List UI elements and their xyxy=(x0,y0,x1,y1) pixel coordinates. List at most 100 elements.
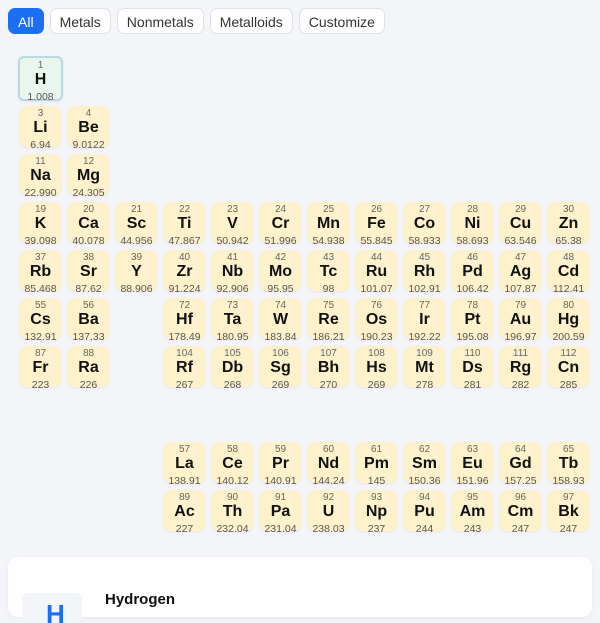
atomic-mass: 63.546 xyxy=(504,235,537,247)
element-tile-ru[interactable]: 44 Ru 101.07 xyxy=(356,250,397,295)
element-symbol: Ru xyxy=(365,263,388,280)
element-tile-re[interactable]: 75 Re 186.21 xyxy=(308,298,349,343)
element-tile-fe[interactable]: 26 Fe 55.845 xyxy=(356,202,397,247)
element-tile-mo[interactable]: 42 Mo 95.95 xyxy=(260,250,301,295)
element-tile-rg[interactable]: 111 Rg 282 xyxy=(500,346,541,391)
element-tile-ti[interactable]: 22 Ti 47.867 xyxy=(164,202,205,247)
atomic-number: 88 xyxy=(82,348,95,359)
element-tile-sm[interactable]: 62 Sm 150.36 xyxy=(404,442,445,487)
element-tile-rb[interactable]: 37 Rb 85.468 xyxy=(20,250,61,295)
atomic-number: 106 xyxy=(272,348,289,359)
element-tile-cu[interactable]: 29 Cu 63.546 xyxy=(500,202,541,247)
element-tile-rh[interactable]: 45 Rh 102.91 xyxy=(404,250,445,295)
element-symbol: Gd xyxy=(509,455,532,472)
element-tile-cr[interactable]: 24 Cr 51.996 xyxy=(260,202,301,247)
element-tile-pt[interactable]: 78 Pt 195.08 xyxy=(452,298,493,343)
element-symbol: Os xyxy=(365,311,388,328)
filter-metalloids-button[interactable]: Metalloids xyxy=(209,8,293,34)
element-tile-bh[interactable]: 107 Bh 270 xyxy=(308,346,349,391)
element-tile-au[interactable]: 79 Au 196.97 xyxy=(500,298,541,343)
filter-metals-button[interactable]: Metals xyxy=(49,8,111,34)
atomic-mass: 140.91 xyxy=(264,475,297,487)
element-tile-ir[interactable]: 77 Ir 192.22 xyxy=(404,298,445,343)
element-tile-ra[interactable]: 88 Ra 226 xyxy=(68,346,109,391)
element-tile-cd[interactable]: 48 Cd 112.41 xyxy=(548,250,589,295)
element-symbol: Rf xyxy=(176,359,193,376)
element-tile-k[interactable]: 19 K 39.098 xyxy=(20,202,61,247)
element-tile-cs[interactable]: 55 Cs 132.91 xyxy=(20,298,61,343)
element-tile-u[interactable]: 92 U 238.03 xyxy=(308,490,349,535)
atomic-mass: 55.845 xyxy=(360,235,393,247)
element-symbol: Rg xyxy=(509,359,532,376)
element-tile-pd[interactable]: 46 Pd 106.42 xyxy=(452,250,493,295)
element-tile-sg[interactable]: 106 Sg 269 xyxy=(260,346,301,391)
element-tile-db[interactable]: 105 Db 268 xyxy=(212,346,253,391)
element-tile-nd[interactable]: 60 Nd 144.24 xyxy=(308,442,349,487)
element-symbol: Eu xyxy=(462,455,483,472)
atomic-number: 27 xyxy=(418,204,431,215)
customize-button[interactable]: Customize xyxy=(298,8,385,34)
element-tile-ds[interactable]: 110 Ds 281 xyxy=(452,346,493,391)
atomic-mass: 91.224 xyxy=(168,283,201,295)
element-tile-nb[interactable]: 41 Nb 92.906 xyxy=(212,250,253,295)
atomic-number: 25 xyxy=(322,204,335,215)
element-symbol: Ce xyxy=(222,455,243,472)
element-tile-pr[interactable]: 59 Pr 140.91 xyxy=(260,442,301,487)
element-tile-cn[interactable]: 112 Cn 285 xyxy=(548,346,589,391)
element-tile-rf[interactable]: 104 Rf 267 xyxy=(164,346,205,391)
atomic-mass: 58.933 xyxy=(408,235,441,247)
element-tile-ag[interactable]: 47 Ag 107.87 xyxy=(500,250,541,295)
element-tile-h[interactable]: 1 H 1.008 xyxy=(18,56,63,103)
element-tile-sr[interactable]: 38 Sr 87.62 xyxy=(68,250,109,295)
atomic-number: 111 xyxy=(512,348,529,359)
element-tile-li[interactable]: 3 Li 6.94 xyxy=(20,106,61,151)
filter-nonmetals-button[interactable]: Nonmetals xyxy=(116,8,204,34)
atomic-number: 19 xyxy=(34,204,47,215)
element-symbol: Au xyxy=(509,311,532,328)
element-tile-fr[interactable]: 87 Fr 223 xyxy=(20,346,61,391)
element-tile-pm[interactable]: 61 Pm 145 xyxy=(356,442,397,487)
element-tile-v[interactable]: 23 V 50.942 xyxy=(212,202,253,247)
element-symbol: Hg xyxy=(557,311,580,328)
element-tile-hs[interactable]: 108 Hs 269 xyxy=(356,346,397,391)
element-tile-mn[interactable]: 25 Mn 54.938 xyxy=(308,202,349,247)
element-tile-ce[interactable]: 58 Ce 140.12 xyxy=(212,442,253,487)
element-tile-mg[interactable]: 12 Mg 24.305 xyxy=(68,154,109,199)
atomic-mass: 247 xyxy=(511,523,530,535)
element-tile-w[interactable]: 74 W 183.84 xyxy=(260,298,301,343)
element-tile-pa[interactable]: 91 Pa 231.04 xyxy=(260,490,301,535)
element-tile-bk[interactable]: 97 Bk 247 xyxy=(548,490,589,535)
element-tile-am[interactable]: 95 Am 243 xyxy=(452,490,493,535)
element-tile-th[interactable]: 90 Th 232.04 xyxy=(212,490,253,535)
element-tile-tb[interactable]: 65 Tb 158.93 xyxy=(548,442,589,487)
element-tile-pu[interactable]: 94 Pu 244 xyxy=(404,490,445,535)
element-tile-ta[interactable]: 73 Ta 180.95 xyxy=(212,298,253,343)
atomic-mass: 180.95 xyxy=(216,331,249,343)
atomic-number: 22 xyxy=(178,204,191,215)
element-tile-hg[interactable]: 80 Hg 200.59 xyxy=(548,298,589,343)
element-tile-la[interactable]: 57 La 138.91 xyxy=(164,442,205,487)
element-tile-sc[interactable]: 21 Sc 44.956 xyxy=(116,202,157,247)
element-tile-co[interactable]: 27 Co 58.933 xyxy=(404,202,445,247)
filter-all-button[interactable]: All xyxy=(8,8,44,34)
element-tile-ni[interactable]: 28 Ni 58.693 xyxy=(452,202,493,247)
element-tile-cm[interactable]: 96 Cm 247 xyxy=(500,490,541,535)
element-tile-eu[interactable]: 63 Eu 151.96 xyxy=(452,442,493,487)
atomic-mass: 285 xyxy=(559,379,578,391)
element-tile-ca[interactable]: 20 Ca 40.078 xyxy=(68,202,109,247)
element-tile-gd[interactable]: 64 Gd 157.25 xyxy=(500,442,541,487)
element-symbol: Rh xyxy=(413,263,436,280)
atomic-mass: 40.078 xyxy=(72,235,105,247)
element-tile-os[interactable]: 76 Os 190.23 xyxy=(356,298,397,343)
element-tile-zr[interactable]: 40 Zr 91.224 xyxy=(164,250,205,295)
element-tile-ba[interactable]: 56 Ba 137.33 xyxy=(68,298,109,343)
element-tile-zn[interactable]: 30 Zn 65.38 xyxy=(548,202,589,247)
element-tile-mt[interactable]: 109 Mt 278 xyxy=(404,346,445,391)
element-tile-hf[interactable]: 72 Hf 178.49 xyxy=(164,298,205,343)
element-tile-tc[interactable]: 43 Tc 98 xyxy=(308,250,349,295)
element-tile-ac[interactable]: 89 Ac 227 xyxy=(164,490,205,535)
element-tile-np[interactable]: 93 Np 237 xyxy=(356,490,397,535)
element-tile-na[interactable]: 11 Na 22.990 xyxy=(20,154,61,199)
element-tile-be[interactable]: 4 Be 9.0122 xyxy=(68,106,109,151)
element-tile-y[interactable]: 39 Y 88.906 xyxy=(116,250,157,295)
